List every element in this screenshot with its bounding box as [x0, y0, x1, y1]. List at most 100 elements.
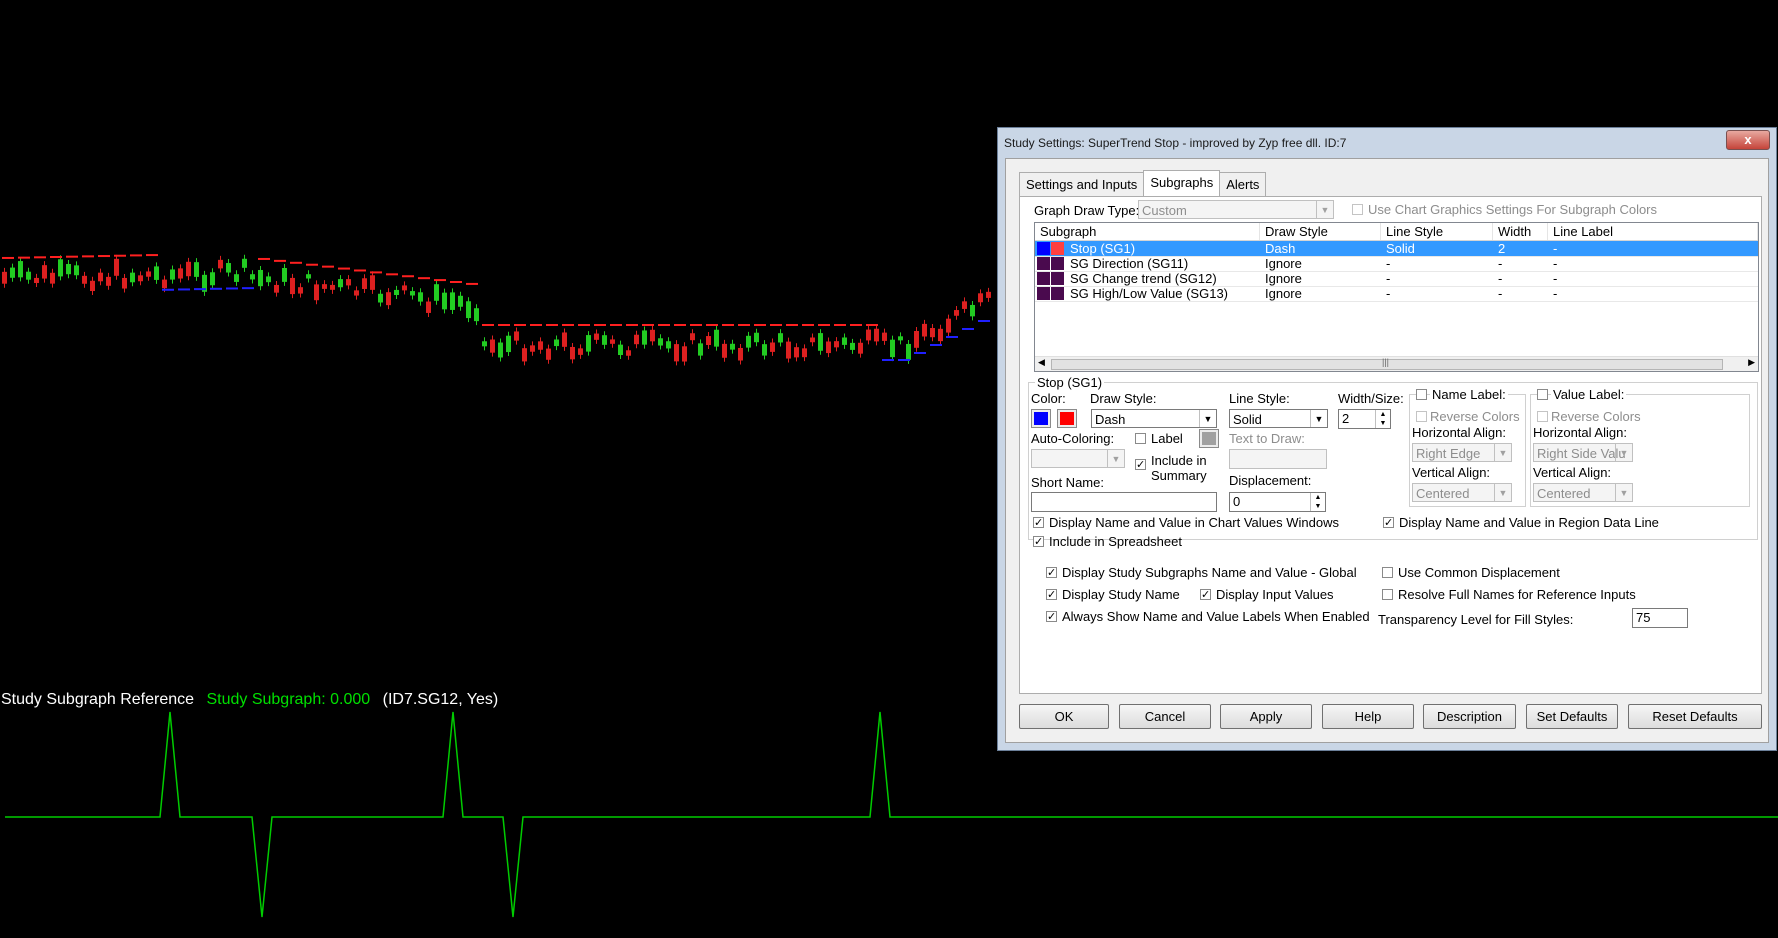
dialog-client: Settings and Inputs Subgraphs Alerts Gra…: [1005, 158, 1769, 743]
candle-body: [714, 329, 719, 347]
candle-body: [170, 269, 175, 280]
supertrend-stop-series: [2, 254, 990, 361]
cancel-button[interactable]: Cancel: [1119, 704, 1211, 729]
text-to-draw-input[interactable]: [1229, 449, 1327, 469]
column-header-draw-style[interactable]: Draw Style: [1260, 223, 1381, 240]
candle-body: [586, 335, 591, 352]
reference-id: (ID7.SG12, Yes): [382, 691, 499, 708]
table-cell: Solid: [1386, 241, 1415, 256]
ok-button[interactable]: OK: [1019, 704, 1109, 729]
reset-defaults-button[interactable]: Reset Defaults: [1628, 704, 1762, 729]
value-vertical-align-select[interactable]: Centered ▼: [1533, 483, 1633, 502]
tab-alerts[interactable]: Alerts: [1219, 172, 1267, 197]
candle-body: [210, 272, 215, 286]
displacement-input[interactable]: 0 ▲ ▼: [1229, 492, 1326, 512]
display-subgraphs-global-checkbox[interactable]: ✓: [1046, 567, 1057, 579]
candle-body: [658, 338, 663, 346]
display-study-name-checkbox[interactable]: ✓: [1046, 589, 1057, 601]
column-header-width[interactable]: Width: [1493, 223, 1548, 240]
column-header-subgraph[interactable]: Subgraph: [1035, 223, 1260, 240]
color-swatch: [1037, 287, 1050, 300]
use-common-displacement-checkbox[interactable]: [1382, 567, 1393, 578]
name-vertical-align-label: Vertical Align:: [1412, 465, 1491, 480]
display-subgraphs-global-label: Display Study Subgraphs Name and Value -…: [1062, 565, 1357, 580]
candle-body: [738, 347, 743, 361]
always-show-labels-checkbox[interactable]: ✓: [1046, 611, 1057, 623]
candle-body: [610, 339, 615, 344]
candle-body: [274, 284, 279, 293]
include-summary-checkbox[interactable]: ✓: [1135, 459, 1146, 471]
candle-body: [866, 329, 871, 341]
candle-body: [146, 271, 151, 277]
candle-body: [330, 284, 335, 290]
display-region-data-checkbox[interactable]: ✓: [1383, 517, 1394, 529]
name-vertical-align-select[interactable]: Centered ▼: [1412, 483, 1512, 502]
short-name-input[interactable]: [1031, 492, 1217, 512]
name-horizontal-align-select[interactable]: Right Edge ▼: [1412, 443, 1512, 462]
value-reverse-colors-label: Reverse Colors: [1551, 409, 1641, 424]
reference-name: Study Subgraph Reference: [1, 691, 195, 708]
scroll-left-icon[interactable]: ◀: [1038, 357, 1045, 368]
apply-button[interactable]: Apply: [1220, 704, 1312, 729]
line-style-select[interactable]: Solid ▼: [1229, 409, 1328, 428]
candle-body: [458, 295, 463, 307]
set-defaults-button[interactable]: Set Defaults: [1526, 704, 1618, 729]
scrollbar-thumb[interactable]: |||: [1051, 357, 1723, 370]
label-checkbox[interactable]: [1135, 433, 1146, 444]
tab-settings-and-inputs[interactable]: Settings and Inputs: [1019, 172, 1145, 197]
color1-button[interactable]: [1031, 409, 1051, 428]
draw-style-select[interactable]: Dash ▼: [1091, 409, 1217, 428]
table-row[interactable]: Stop (SG1) Dash Solid 2 -: [1035, 241, 1758, 257]
name-horizontal-align-label: Horizontal Align:: [1412, 425, 1506, 440]
include-summary-label: Include in Summary: [1151, 453, 1207, 483]
graph-draw-type-value: Custom: [1142, 203, 1187, 218]
transparency-input[interactable]: 75: [1632, 608, 1688, 628]
value-horizontal-align-select[interactable]: Right Side Valu ▼: [1533, 443, 1633, 462]
graph-draw-type-select[interactable]: Custom ▼: [1138, 200, 1334, 219]
candle-body: [338, 279, 343, 288]
close-button[interactable]: x: [1726, 130, 1770, 150]
auto-coloring-select[interactable]: ▼: [1031, 449, 1125, 468]
candle-body: [666, 341, 671, 349]
use-chart-graphics-checkbox[interactable]: [1352, 204, 1363, 215]
candle-body: [218, 259, 223, 269]
column-header-line-label[interactable]: Line Label: [1548, 223, 1758, 240]
draw-style-value: Dash: [1095, 412, 1126, 427]
value-label-checkbox[interactable]: [1537, 389, 1548, 400]
color2-button[interactable]: [1057, 409, 1077, 428]
width-size-input[interactable]: 2 ▲ ▼: [1338, 409, 1391, 429]
value-reverse-colors-checkbox[interactable]: [1537, 411, 1548, 422]
table-row[interactable]: SG Direction (SG11) Ignore - - -: [1035, 256, 1758, 272]
spinner-icon[interactable]: ▲ ▼: [1375, 410, 1390, 428]
table-cell: -: [1553, 256, 1558, 271]
subgraphs-grid[interactable]: Subgraph Draw Style Line Style Width Lin…: [1034, 222, 1759, 372]
color-swatch: [1037, 272, 1050, 285]
label-color-button[interactable]: [1199, 429, 1219, 448]
display-input-values-checkbox[interactable]: ✓: [1200, 589, 1211, 601]
column-header-line-style[interactable]: Line Style: [1381, 223, 1493, 240]
table-cell: -: [1386, 271, 1391, 286]
help-button[interactable]: Help: [1322, 704, 1414, 729]
scroll-right-icon[interactable]: ▶: [1748, 357, 1755, 368]
candle-body: [266, 276, 271, 283]
resolve-full-names-checkbox[interactable]: [1382, 589, 1393, 600]
candle-body: [522, 348, 527, 362]
name-label-group: Name Label: Reverse Colors Horizontal Al…: [1409, 387, 1526, 507]
candle-body: [298, 287, 303, 294]
horizontal-scrollbar[interactable]: ◀ ||| ▶: [1035, 356, 1758, 371]
candle-body: [762, 344, 767, 356]
dialog-titlebar[interactable]: Study Settings: SuperTrend Stop - improv…: [998, 128, 1776, 156]
name-label-checkbox[interactable]: [1416, 389, 1427, 400]
include-spreadsheet-checkbox[interactable]: ✓: [1033, 536, 1044, 548]
candle-body: [346, 279, 351, 286]
chevron-down-icon: ▼: [1107, 450, 1124, 467]
display-chart-values-checkbox[interactable]: ✓: [1033, 517, 1044, 529]
spinner-icon[interactable]: ▲ ▼: [1310, 493, 1325, 511]
value-vertical-align-value: Centered: [1537, 486, 1591, 501]
candle-body: [250, 274, 255, 280]
name-reverse-colors-checkbox[interactable]: [1416, 411, 1427, 422]
candle-body: [194, 262, 199, 277]
description-button[interactable]: Description: [1423, 704, 1516, 729]
table-row[interactable]: SG High/Low Value (SG13) Ignore - - -: [1035, 286, 1758, 302]
table-row[interactable]: SG Change trend (SG12) Ignore - - -: [1035, 271, 1758, 287]
